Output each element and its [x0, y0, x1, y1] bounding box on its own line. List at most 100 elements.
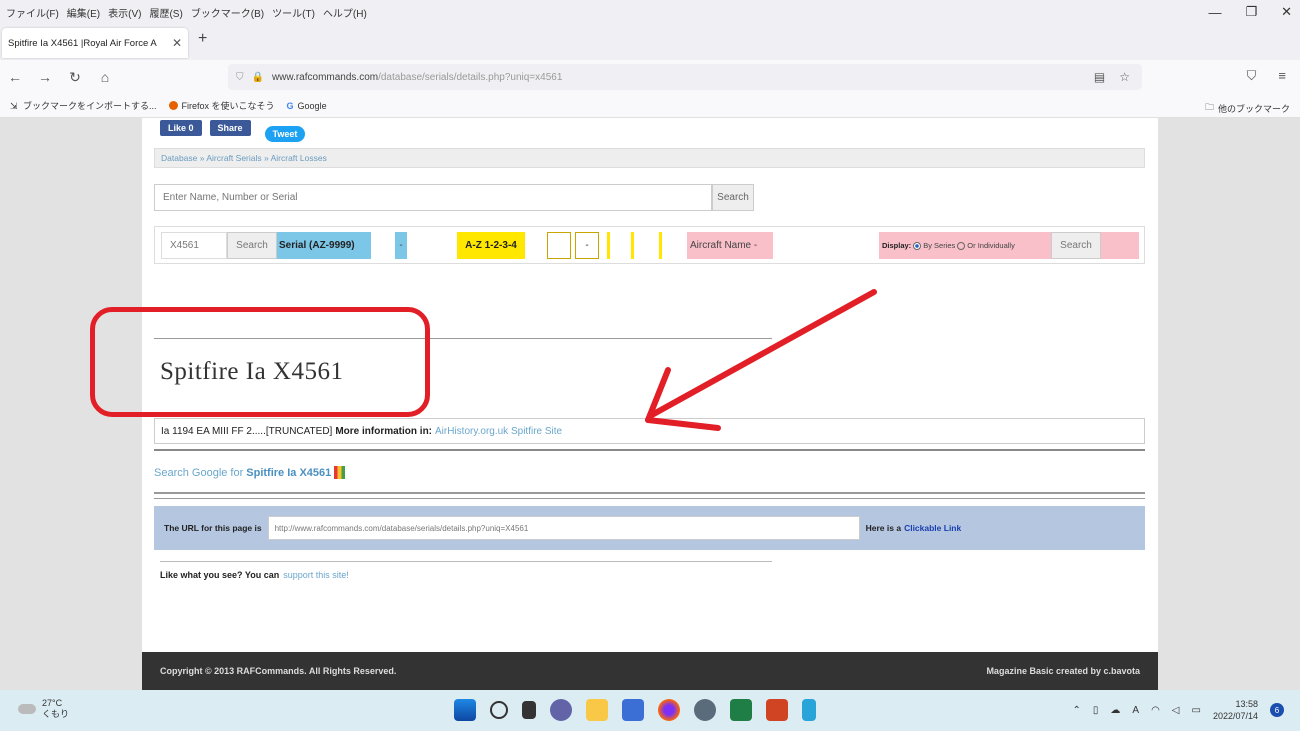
display-options: Display: By Series Or Individually [879, 232, 1051, 259]
restore-icon[interactable]: ❐ [1245, 4, 1257, 20]
settings-icon[interactable] [694, 699, 716, 721]
phone-link-icon[interactable] [802, 699, 816, 721]
speaker-icon[interactable]: ◁ [1172, 705, 1180, 716]
airhistory-link[interactable]: AirHistory.org.uk Spitfire Site [435, 426, 562, 437]
bookmark-star-icon[interactable]: ☆ [1119, 70, 1130, 84]
bookmark-firefox[interactable]: Firefox を使いこなそう [168, 99, 275, 112]
bookmark-import[interactable]: ⇲ ブックマークをインポートする... [10, 99, 157, 112]
page-url-field[interactable] [267, 516, 860, 540]
serial-search-button[interactable]: Search [227, 232, 277, 259]
facebook-like-button[interactable]: Like 0 [160, 120, 202, 136]
weather-widget[interactable]: 27°C くもり [18, 698, 69, 720]
serial-input[interactable]: X4561 [161, 232, 227, 259]
copyright: Copyright © 2013 RAFCommands. All Rights… [160, 666, 397, 676]
bookmark-label: Firefox を使いこなそう [181, 101, 275, 111]
bookmarks-bar: ⇲ ブックマークをインポートする... Firefox を使いこなそう G Goog… [0, 94, 1300, 118]
az-select-2[interactable]: - [575, 232, 599, 259]
minimize-icon[interactable]: — [1208, 5, 1221, 20]
menu-view[interactable]: 表示(V) [108, 5, 141, 20]
excel-icon[interactable] [730, 699, 752, 721]
new-tab-icon[interactable]: + [198, 30, 207, 48]
search-input[interactable] [154, 184, 712, 211]
reader-view-icon[interactable]: ▤ [1094, 70, 1105, 84]
google-search-link[interactable]: Search Google for Spitfire Ia X4561 [154, 466, 346, 479]
search-button[interactable]: Search [712, 184, 754, 211]
divider [160, 561, 772, 562]
tweet-button[interactable]: Tweet [264, 126, 306, 142]
filter-search-button[interactable]: Search [1051, 232, 1101, 259]
chevron-up-icon[interactable]: ⌃ [1072, 705, 1080, 716]
store-icon[interactable] [622, 699, 644, 721]
radio-individually[interactable] [957, 241, 966, 250]
chat-icon[interactable] [550, 699, 572, 721]
close-window-icon[interactable]: ✕ [1281, 4, 1292, 20]
individually-label: Or Individually [967, 241, 1015, 250]
social-buttons: Like 0 Share Tweet [160, 120, 306, 142]
task-view-icon[interactable] [522, 701, 536, 719]
url-bar[interactable]: ⛉ 🔒 www.rafcommands.com/database/serials… [228, 64, 1142, 90]
footer: Copyright © 2013 RAFCommands. All Rights… [142, 652, 1158, 690]
menu-bookmarks[interactable]: ブックマーク(B) [191, 5, 264, 20]
az-label: A-Z 1-2-3-4 [457, 232, 525, 259]
bookmark-google[interactable]: G Google [287, 101, 327, 111]
menu-tools[interactable]: ツール(T) [272, 5, 315, 20]
wifi-icon[interactable]: ◠ [1151, 705, 1160, 716]
url-path: /database/serials/details.php?uniq=x4561 [378, 71, 563, 83]
yellow-divider [631, 232, 634, 259]
time: 13:58 [1235, 699, 1258, 709]
other-bookmarks[interactable]: 🗀 他のブックマーク [1205, 100, 1290, 116]
firefox-icon [168, 101, 178, 110]
powerpoint-icon[interactable] [766, 699, 788, 721]
pocket-icon[interactable]: ⛉ [1247, 68, 1257, 84]
menu-edit[interactable]: 編集(E) [67, 5, 100, 20]
menu-list: ファイル(F) 編集(E) 表示(V) 履歴(S) ブックマーク(B) ツール(… [0, 5, 367, 20]
clickable-link[interactable]: Clickable Link [904, 523, 961, 533]
breadcrumb[interactable]: Database » Aircraft Serials » Aircraft L… [154, 148, 1145, 168]
shield-icon[interactable]: ⛉ [236, 72, 244, 83]
ime-indicator[interactable]: A [1132, 705, 1139, 716]
battery-icon[interactable]: ▭ [1192, 705, 1201, 716]
menu-file[interactable]: ファイル(F) [6, 5, 59, 20]
close-tab-icon[interactable]: ✕ [172, 36, 182, 50]
temperature: 27°C [42, 698, 63, 708]
tab-active[interactable]: Spitfire Ia X4561 |Royal Air Force A ✕ [2, 28, 188, 58]
search-icon[interactable] [490, 701, 508, 719]
windows-start-icon[interactable] [454, 699, 476, 721]
hamburger-menu-icon[interactable]: ≡ [1278, 68, 1286, 84]
firefox-taskbar-icon[interactable] [658, 699, 680, 721]
google-term: Spitfire Ia X4561 [246, 466, 332, 479]
url-label: The URL for this page is [164, 523, 262, 533]
google-prefix: Search Google for [154, 466, 244, 479]
clock[interactable]: 13:58 2022/07/14 [1213, 698, 1258, 722]
notification-badge[interactable]: 6 [1270, 703, 1284, 717]
bookmark-label: 他のブックマーク [1217, 103, 1290, 114]
cloud-sync-icon[interactable]: ☁ [1110, 705, 1120, 716]
bookmark-label: Google [297, 100, 327, 111]
display-label: Display: [882, 241, 912, 250]
taskbar-apps [454, 699, 816, 721]
taskbar: 27°C くもり ⌃ ▯ ☁ A ◠ ◁ ▭ 13:58 2022/07/14 … [0, 690, 1300, 731]
lock-icon[interactable]: 🔒 [252, 72, 264, 83]
window-controls: — ❐ ✕ [1208, 0, 1292, 24]
reload-icon[interactable]: ↻ [60, 69, 90, 86]
support-row: Like what you see? You can support this … [160, 570, 349, 580]
support-link[interactable]: support this site! [283, 570, 349, 580]
facebook-share-button[interactable]: Share [209, 120, 251, 136]
radio-by-series[interactable] [913, 241, 922, 250]
cloud-icon [18, 704, 36, 714]
nav-right-tools: ⛉ ≡ [1247, 68, 1286, 84]
menu-help[interactable]: ヘルプ(H) [323, 5, 367, 20]
file-explorer-icon[interactable] [586, 699, 608, 721]
folder-icon: 🗀 [1204, 102, 1214, 112]
az-select-1[interactable] [547, 232, 571, 259]
menu-history[interactable]: 履歴(S) [149, 5, 182, 20]
aircraft-name-label: Aircraft Name - [687, 232, 773, 259]
tab-strip: Spitfire Ia X4561 |Royal Air Force A ✕ [0, 24, 1300, 60]
usb-icon[interactable]: ▯ [1093, 705, 1099, 716]
date: 2022/07/14 [1212, 711, 1258, 721]
back-icon[interactable]: ← [0, 69, 30, 85]
forward-icon[interactable]: → [30, 69, 60, 85]
home-icon[interactable]: ⌂ [90, 69, 120, 85]
system-tray: ⌃ ▯ ☁ A ◠ ◁ ▭ 13:58 2022/07/14 6 [1072, 698, 1284, 722]
url-domain: www.rafcommands.com [271, 71, 379, 83]
